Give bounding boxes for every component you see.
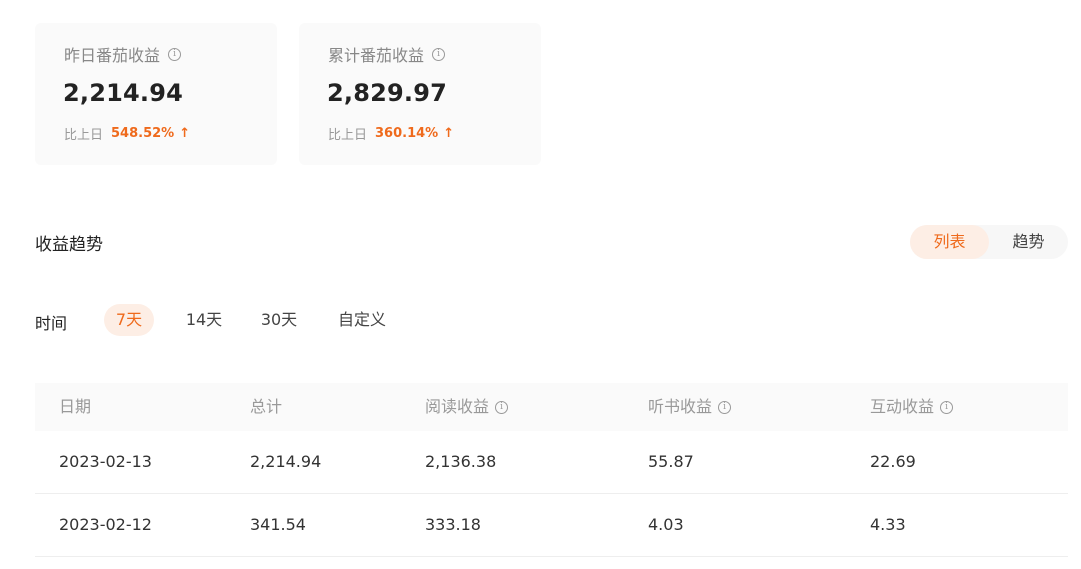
- cell-reading: 2,136.38: [425, 452, 497, 471]
- column-label: 日期: [59, 397, 92, 416]
- column-label: 总计: [250, 397, 283, 416]
- yesterday-earnings-value: 2,214.94: [63, 79, 184, 107]
- compare-label: 比上日: [64, 128, 104, 143]
- column-label: 阅读收益: [425, 397, 490, 416]
- range-7-days[interactable]: 7天: [104, 304, 154, 336]
- total-earnings-card: 累计番茄收益 i 2,829.97 比上日 360.14% ↑: [299, 23, 541, 165]
- cell-total: 2,214.94: [250, 452, 322, 471]
- info-icon[interactable]: i: [718, 400, 732, 414]
- cell-date: 2023-02-12: [59, 515, 152, 534]
- yesterday-earnings-title: 昨日番茄收益: [64, 46, 161, 65]
- info-icon[interactable]: i: [168, 47, 182, 61]
- column-header-date: 日期: [59, 383, 91, 431]
- range-14-days[interactable]: 14天: [179, 304, 229, 336]
- cell-reading: 333.18: [425, 515, 481, 534]
- table-row: 2023-02-13 2,214.94 2,136.38 55.87 22.69: [35, 431, 1068, 494]
- cell-audiobook: 55.87: [648, 452, 694, 471]
- trend-view-tab[interactable]: 趋势: [989, 225, 1068, 259]
- time-filter-label: 时间: [35, 314, 68, 333]
- total-earnings-title: 累计番茄收益: [328, 46, 425, 65]
- day-over-day-compare: 比上日 360.14% ↑: [328, 124, 454, 143]
- total-earnings-value: 2,829.97: [327, 79, 448, 107]
- arrow-up-icon: ↑: [179, 126, 191, 141]
- table-row: 2023-02-12 341.54 333.18 4.03 4.33: [35, 494, 1068, 557]
- info-icon[interactable]: i: [432, 47, 446, 61]
- table-header: 日期 总计 阅读收益 i 听书收益 i 互动收益 i: [35, 383, 1068, 431]
- day-over-day-compare: 比上日 548.52% ↑: [64, 124, 190, 143]
- compare-label: 比上日: [328, 128, 368, 143]
- earnings-table: 日期 总计 阅读收益 i 听书收益 i 互动收益 i 2023-02-13 2,…: [35, 383, 1068, 557]
- cell-date: 2023-02-13: [59, 452, 152, 471]
- column-header-reading: 阅读收益 i: [425, 383, 509, 431]
- card-title: 累计番茄收益 i: [328, 42, 446, 66]
- column-header-audiobook: 听书收益 i: [648, 383, 732, 431]
- view-toggle: 列表 趋势: [910, 225, 1068, 259]
- compare-percent: 548.52%: [111, 126, 175, 141]
- range-30-days[interactable]: 30天: [254, 304, 304, 336]
- cell-interaction: 4.33: [870, 515, 906, 534]
- cell-total: 341.54: [250, 515, 306, 534]
- card-title: 昨日番茄收益 i: [64, 42, 182, 66]
- cell-audiobook: 4.03: [648, 515, 684, 534]
- info-icon[interactable]: i: [940, 400, 954, 414]
- arrow-up-icon: ↑: [443, 126, 455, 141]
- column-header-interaction: 互动收益 i: [870, 383, 954, 431]
- column-label: 听书收益: [648, 397, 713, 416]
- compare-percent: 360.14%: [375, 126, 439, 141]
- column-label: 互动收益: [870, 397, 935, 416]
- yesterday-earnings-card: 昨日番茄收益 i 2,214.94 比上日 548.52% ↑: [35, 23, 277, 165]
- column-header-total: 总计: [250, 383, 282, 431]
- info-icon[interactable]: i: [495, 400, 509, 414]
- earnings-trend-title: 收益趋势: [35, 235, 103, 255]
- cell-interaction: 22.69: [870, 452, 916, 471]
- list-view-tab[interactable]: 列表: [910, 225, 989, 259]
- range-custom[interactable]: 自定义: [331, 304, 393, 336]
